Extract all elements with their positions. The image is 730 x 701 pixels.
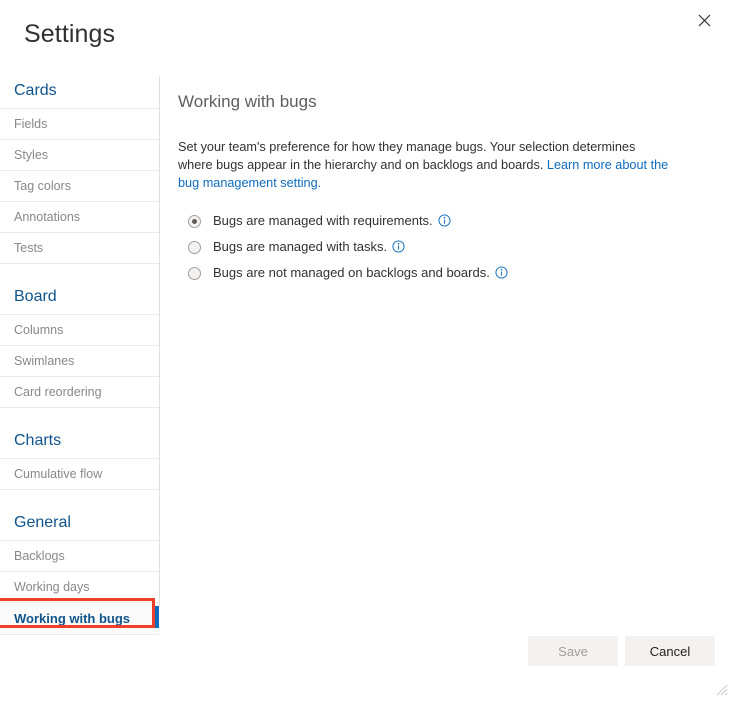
sidebar-group: Cards Fields Styles Tag colors Annotations Te… [0,76,159,264]
radio-option-2[interactable]: Bugs are managed with tasks. [178,238,678,256]
sidebar-item-label: Fields [14,117,47,131]
sidebar-item-label: Styles [14,148,48,162]
sidebar-item-cumulative-flow[interactable]: Cumulative flow [0,459,159,490]
close-icon [698,14,711,27]
radio-option-content: Bugs are managed with requirements. [213,212,451,230]
main-content: Working with bugs Set your team's prefer… [178,92,678,290]
radio-option-1[interactable]: Bugs are managed with requirements. [178,212,678,230]
sidebar-group: General Backlogs Working days Working with … [0,508,159,635]
radio-option-3[interactable]: Bugs are not managed on backlogs and boa… [178,264,678,282]
sidebar-item-label: Columns [14,323,63,337]
bug-management-radio-group: Bugs are managed with requirements. Bugs … [178,212,678,282]
radio-option-content: Bugs are not managed on backlogs and boa… [213,264,508,282]
content-heading: Working with bugs [178,92,678,112]
sidebar-item-tests[interactable]: Tests [0,233,159,264]
save-button[interactable]: Save [528,636,618,666]
sidebar-item-fields[interactable]: Fields [0,109,159,140]
sidebar-item-columns[interactable]: Columns [0,315,159,346]
radio-option-label: Bugs are managed with tasks. [213,239,387,254]
info-circle-icon[interactable] [392,240,405,253]
radio-button-icon[interactable] [188,215,201,228]
close-button[interactable] [688,4,720,36]
sidebar-group: Charts Cumulative flow [0,426,159,490]
sidebar-item-label: Tag colors [14,179,71,193]
radio-option-content: Bugs are managed with tasks. [213,238,405,256]
sidebar-item-tag-colors[interactable]: Tag colors [0,171,159,202]
sidebar-item-label: Card reordering [14,385,102,399]
radio-option-label: Bugs are not managed on backlogs and boa… [213,265,490,280]
sidebar-item-card-reordering[interactable]: Card reordering [0,377,159,408]
sidebar-item-annotations[interactable]: Annotations [0,202,159,233]
dialog-header: Settings [0,0,730,72]
sidebar-section-title: Cards [0,76,159,109]
radio-button-icon[interactable] [188,267,201,280]
sidebar-item-label: Working days [14,580,90,594]
sidebar-item-working-days[interactable]: Working days [0,572,159,603]
sidebar-section-title: Board [0,282,159,315]
cancel-button[interactable]: Cancel [625,636,715,666]
sidebar-section-title: Charts [0,426,159,459]
resize-grip-icon[interactable] [714,682,728,696]
dialog-footer: Save Cancel [0,626,730,698]
settings-sidebar: Cards Fields Styles Tag colors Annotations Te… [0,76,160,606]
sidebar-item-label: Backlogs [14,549,65,563]
info-circle-icon[interactable] [495,266,508,279]
sidebar-section-title: General [0,508,159,541]
page-title: Settings [24,20,115,49]
selected-accent-bar [155,606,159,628]
content-description: Set your team's preference for how they … [178,138,673,192]
radio-button-icon[interactable] [188,241,201,254]
sidebar-item-label: Cumulative flow [14,467,102,481]
sidebar-item-label: Tests [14,241,43,255]
sidebar-item-label: Annotations [14,210,80,224]
sidebar-item-styles[interactable]: Styles [0,140,159,171]
radio-option-label: Bugs are managed with requirements. [213,213,433,228]
sidebar-item-label: Working with bugs [14,611,130,626]
info-circle-icon[interactable] [438,214,451,227]
sidebar-item-label: Swimlanes [14,354,74,368]
sidebar-item-backlogs[interactable]: Backlogs [0,541,159,572]
sidebar-group: Board Columns Swimlanes Card reordering [0,282,159,408]
sidebar-item-swimlanes[interactable]: Swimlanes [0,346,159,377]
